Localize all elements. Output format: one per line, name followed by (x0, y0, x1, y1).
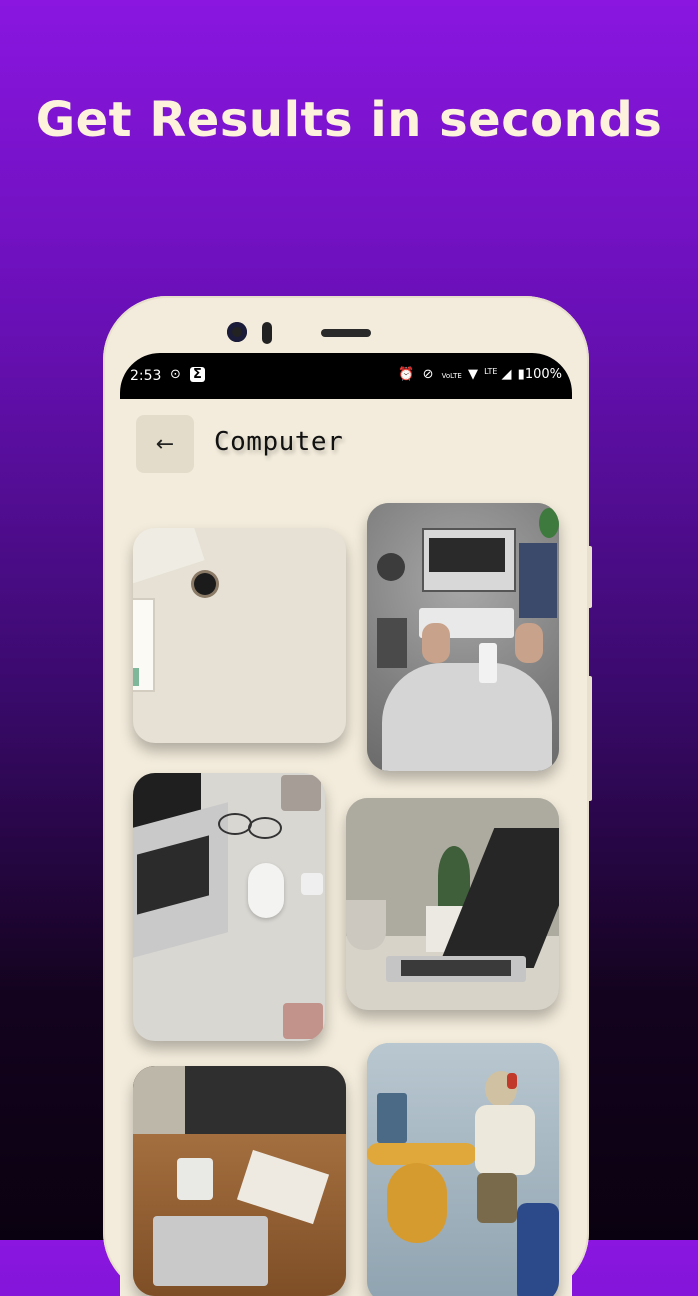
signal-icon: ◢ (501, 367, 512, 382)
front-camera (227, 322, 247, 342)
volume-button (587, 546, 592, 608)
wallpaper-desk-coffee[interactable] (133, 528, 346, 743)
app-screen: 2:53 ⊙ Σ ⏰ ⊘ VoLTE ▼ LTE ◢ ▮100% ← Compu… (120, 353, 572, 1296)
wifi-icon: ▼ (467, 367, 478, 382)
power-button (587, 676, 592, 801)
battery-level: 100% (524, 367, 562, 382)
headline: Get Results in seconds (35, 92, 663, 148)
wallpaper-laptop-glasses[interactable] (133, 773, 325, 1041)
proximity-sensor (262, 322, 272, 344)
sim-icon: ⊙ (170, 367, 181, 382)
alarm-icon: ⏰ (398, 367, 415, 382)
wallpaper-person-laptop[interactable] (367, 503, 559, 771)
app-icon: Σ (190, 367, 205, 382)
arrow-left-icon: ← (155, 431, 175, 457)
status-time: 2:53 (130, 368, 162, 384)
mute-icon: ⊘ (422, 367, 434, 382)
lte-icon: LTE (484, 367, 498, 376)
phone-mockup: 2:53 ⊙ Σ ⏰ ⊘ VoLTE ▼ LTE ◢ ▮100% ← Compu… (103, 296, 592, 1296)
back-button[interactable]: ← (136, 415, 194, 473)
status-bar: 2:53 ⊙ Σ ⏰ ⊘ VoLTE ▼ LTE ◢ ▮100% (120, 353, 572, 399)
wallpaper-wood-desk[interactable] (133, 1066, 346, 1296)
wallpaper-laptop-plant[interactable] (346, 798, 559, 1010)
status-right: ⏰ ⊘ VoLTE ▼ LTE ◢ ▮100% (398, 367, 562, 382)
wallpaper-skeleton-computer[interactable] (367, 1043, 559, 1296)
battery-icon: ▮ (517, 367, 525, 382)
volte-icon: VoLTE (441, 372, 462, 380)
page-title: Computer (214, 427, 344, 457)
earpiece-speaker (321, 329, 371, 337)
